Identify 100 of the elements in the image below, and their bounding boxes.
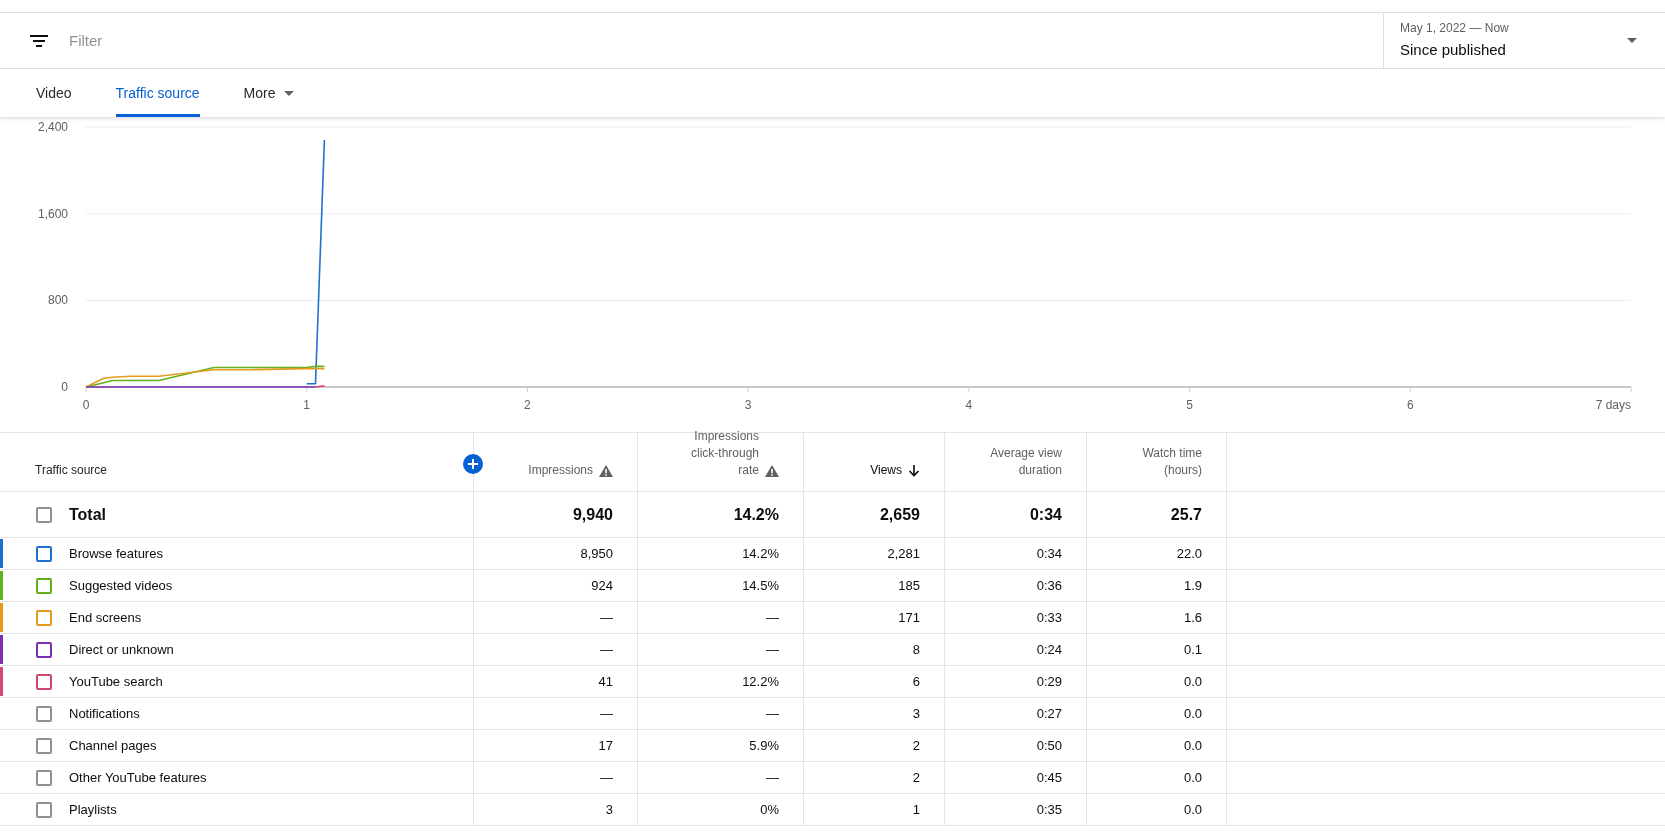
table-cell: 0.0 [1087, 698, 1227, 729]
table-cell: 0.0 [1087, 666, 1227, 697]
table-cell: — [638, 602, 804, 633]
table-cell: 0:29 [945, 666, 1087, 697]
table-cell: 14.5% [638, 570, 804, 601]
y-tick-label: 800 [47, 293, 68, 308]
column-header[interactable]: Watch time (hours) [1110, 445, 1202, 479]
table-cell: 0:33 [945, 602, 1087, 633]
table-cell: 171 [804, 602, 945, 633]
tab[interactable]: Video [36, 69, 72, 117]
table-cell: 1.6 [1087, 602, 1227, 633]
plus-icon [468, 459, 478, 469]
table-cell: 5.9% [638, 730, 804, 761]
checkbox[interactable] [36, 506, 52, 523]
traffic-source-label: Playlists [69, 800, 117, 819]
filter-icon[interactable] [30, 34, 48, 47]
caret-down-icon [283, 90, 294, 96]
traffic-source-label: Channel pages [69, 736, 157, 755]
table-cell: 0:35 [945, 794, 1087, 825]
checkbox[interactable] [36, 609, 52, 626]
table-cell: — [638, 698, 804, 729]
table-cell: 924 [474, 570, 638, 601]
table-cell: — [638, 762, 804, 793]
traffic-source-label: YouTube search [69, 672, 163, 691]
column-header[interactable]: Views [870, 462, 902, 479]
table-cell: 2 [804, 730, 945, 761]
table-cell: 17 [474, 730, 638, 761]
table-cell: — [474, 762, 638, 793]
y-tick-label: 1,600 [37, 206, 68, 221]
column-header[interactable]: Impressions click-through rate [667, 428, 759, 479]
table-cell: 0.1 [1087, 634, 1227, 665]
checkbox[interactable] [36, 769, 52, 786]
table-cell: 0:27 [945, 698, 1087, 729]
table-cell: 0% [638, 794, 804, 825]
traffic-source-label: Browse features [69, 544, 163, 563]
column-header[interactable]: Impressions [528, 462, 593, 479]
add-metric-button[interactable] [463, 454, 483, 474]
table-cell: 1 [804, 794, 945, 825]
table-cell: 0.0 [1087, 730, 1227, 761]
column-header[interactable]: Average view duration [970, 445, 1062, 479]
table-cell: 6 [804, 666, 945, 697]
table-cell: 2,659 [804, 492, 945, 537]
x-tick-label: 4 [965, 398, 973, 412]
y-tick-label: 2,400 [37, 120, 68, 134]
checkbox[interactable] [36, 801, 52, 818]
warning-icon [599, 465, 613, 477]
table-cell: 0:50 [945, 730, 1087, 761]
table-cell: 0:34 [945, 538, 1087, 569]
table-cell: 8,950 [474, 538, 638, 569]
y-tick-label: 0 [61, 380, 68, 394]
table-cell: 14.2% [638, 492, 804, 537]
x-tick-label: 0 [82, 398, 90, 412]
caret-down-icon [1627, 38, 1637, 43]
table-cell: 2,281 [804, 538, 945, 569]
traffic-source-label: Suggested videos [69, 576, 173, 595]
arrow-down-icon [908, 465, 920, 477]
table-cell: 0:45 [945, 762, 1087, 793]
traffic-source-label: End screens [69, 608, 142, 627]
traffic-source-label: Direct or unknown [69, 640, 174, 659]
table-cell: 3 [474, 794, 638, 825]
table-cell: — [474, 602, 638, 633]
table-cell: 0:34 [945, 492, 1087, 537]
x-tick-label: 7 days [1595, 398, 1631, 412]
table-cell: 25.7 [1087, 492, 1227, 537]
tab[interactable]: Traffic source [115, 69, 200, 117]
tab[interactable]: More [243, 69, 294, 117]
x-tick-label: 6 [1406, 398, 1414, 412]
x-tick-label: 1 [303, 398, 311, 412]
table-cell: 0.0 [1087, 762, 1227, 793]
x-tick-label: 3 [744, 398, 752, 412]
x-tick-label: 2 [524, 398, 531, 412]
traffic-source-label: Notifications [69, 704, 140, 723]
warning-icon [765, 465, 779, 477]
column-header: Traffic source [35, 462, 108, 479]
checkbox[interactable] [36, 577, 52, 594]
checkbox[interactable] [36, 737, 52, 754]
table-cell: 41 [474, 666, 638, 697]
table-cell: 12.2% [638, 666, 804, 697]
table-cell: 0:24 [945, 634, 1087, 665]
traffic-source-label: Other YouTube features [69, 768, 207, 787]
total-label: Total [69, 504, 107, 525]
table-cell: 185 [804, 570, 945, 601]
table-cell: 3 [804, 698, 945, 729]
date-range-dropdown[interactable]: May 1, 2022 — Now Since published [1383, 13, 1665, 68]
table-cell: 0.0 [1087, 794, 1227, 825]
table-cell: 14.2% [638, 538, 804, 569]
table-cell: 2 [804, 762, 945, 793]
checkbox[interactable] [36, 673, 52, 690]
table-cell: — [474, 634, 638, 665]
table-cell: — [474, 698, 638, 729]
filter-field[interactable]: Filter [69, 22, 1383, 59]
table-cell: 1.9 [1087, 570, 1227, 601]
checkbox[interactable] [36, 545, 52, 562]
table-cell: 22.0 [1087, 538, 1227, 569]
checkbox[interactable] [36, 641, 52, 658]
table-cell: 9,940 [474, 492, 638, 537]
table-cell: 8 [804, 634, 945, 665]
table-cell: 0:36 [945, 570, 1087, 601]
x-tick-label: 5 [1186, 398, 1193, 412]
checkbox[interactable] [36, 705, 52, 722]
